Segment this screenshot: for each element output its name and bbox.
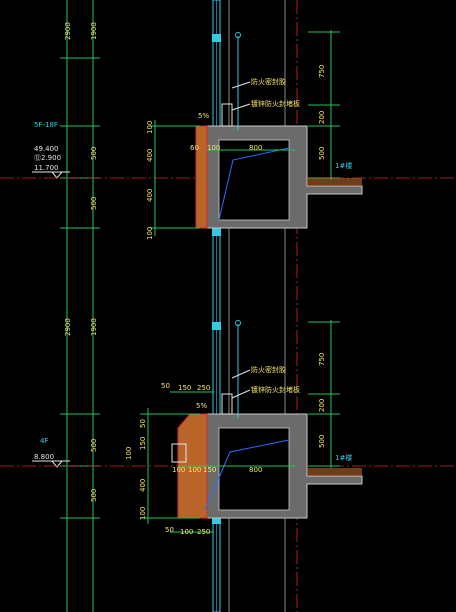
upper-dim-100a: 100: [146, 121, 154, 134]
lower-right-750: 750: [318, 353, 326, 366]
lower-dim-250b: 250: [197, 528, 210, 536]
lower-dim-100d: 100: [139, 507, 147, 520]
lower-dim-50b: 50: [139, 419, 147, 428]
lower-right-200: 200: [318, 399, 326, 412]
upper-dim-100c: 100: [207, 144, 220, 152]
floor-5-marker: 5F-18F 49.400 ⑫2.900 11.700: [32, 121, 70, 179]
upper-right-500: 500: [318, 147, 326, 160]
lower-dim-400: 400: [139, 479, 147, 492]
lower-label-board: 镀锌防火封堵板: [251, 385, 300, 394]
upper-dim-400a: 400: [146, 149, 154, 162]
lower-dim-50c: 50: [165, 526, 174, 534]
dim-500-a: 500: [90, 147, 98, 160]
dim-500-c: 500: [90, 439, 98, 452]
floor-5-tag: 5F-18F: [34, 121, 58, 129]
upper-floor-tag: 1#楼: [335, 161, 352, 170]
floor-5-elev-2: ⑫2.900: [34, 154, 61, 162]
dim-500-d: 500: [90, 489, 98, 502]
floor-4-elev: 8.800: [34, 453, 54, 461]
lower-dim-150b: 150: [139, 437, 147, 450]
upper-right-200: 200: [318, 111, 326, 124]
upper-right-750: 750: [318, 65, 326, 78]
lower-dim-150c: 150: [203, 466, 216, 474]
cad-section-drawing: 1900 2900 500 500 1900 2900 500 500 5F-1…: [0, 0, 456, 612]
drawing-canvas: 1900 2900 500 500 1900 2900 500 500 5F-1…: [0, 0, 456, 612]
lower-dim-250a: 250: [197, 384, 210, 392]
lower-dim-100e: 100: [180, 528, 193, 536]
lower-right-500: 500: [318, 435, 326, 448]
lower-dim-100c: 100: [125, 447, 133, 460]
lower-dim-150: 150: [178, 384, 191, 392]
lower-floor-tag: 1#楼: [335, 453, 352, 462]
lower-detail: 防火密封胶 镀锌防火封堵板 50 150 250 5% 100 100 150 …: [125, 320, 363, 536]
dim-2900-lower: 2900: [64, 318, 72, 336]
lower-dim-800: 800: [249, 466, 262, 474]
floor-5-elev-1: 49.400: [34, 145, 59, 153]
upper-dim-100b: 100: [146, 227, 154, 240]
lower-dim-100b: 100: [188, 466, 201, 474]
left-dimension-chain: [60, 0, 100, 612]
dim-500-b: 500: [90, 197, 98, 210]
upper-dim-5pct: 5%: [198, 112, 209, 120]
upper-label-sealant: 防火密封胶: [251, 77, 286, 86]
axis-lines: [0, 0, 456, 612]
lower-dim-5pct: 5%: [196, 402, 207, 410]
floor-4-tag: 4F: [40, 437, 48, 445]
upper-dim-60: 60: [190, 144, 199, 152]
dim-2900-top: 2900: [64, 22, 72, 40]
floor-4-marker: 4F 8.800: [32, 437, 70, 468]
upper-dim-400b: 400: [146, 189, 154, 202]
lower-dim-100a: 100: [172, 466, 185, 474]
dim-1900-top: 1900: [90, 22, 98, 40]
curtain-wall-mullion: [212, 0, 221, 612]
dim-1900-lower: 1900: [90, 318, 98, 336]
upper-label-board: 镀锌防火封堵板: [251, 99, 300, 108]
upper-detail: 防火密封胶 镀锌防火封堵板 5% 60 100 800 100 400 400 …: [146, 32, 363, 240]
lower-label-sealant: 防火密封胶: [251, 365, 286, 374]
upper-dim-800: 800: [249, 144, 262, 152]
floor-5-elev-3: 11.700: [34, 164, 59, 172]
lower-dim-50a: 50: [161, 382, 170, 390]
